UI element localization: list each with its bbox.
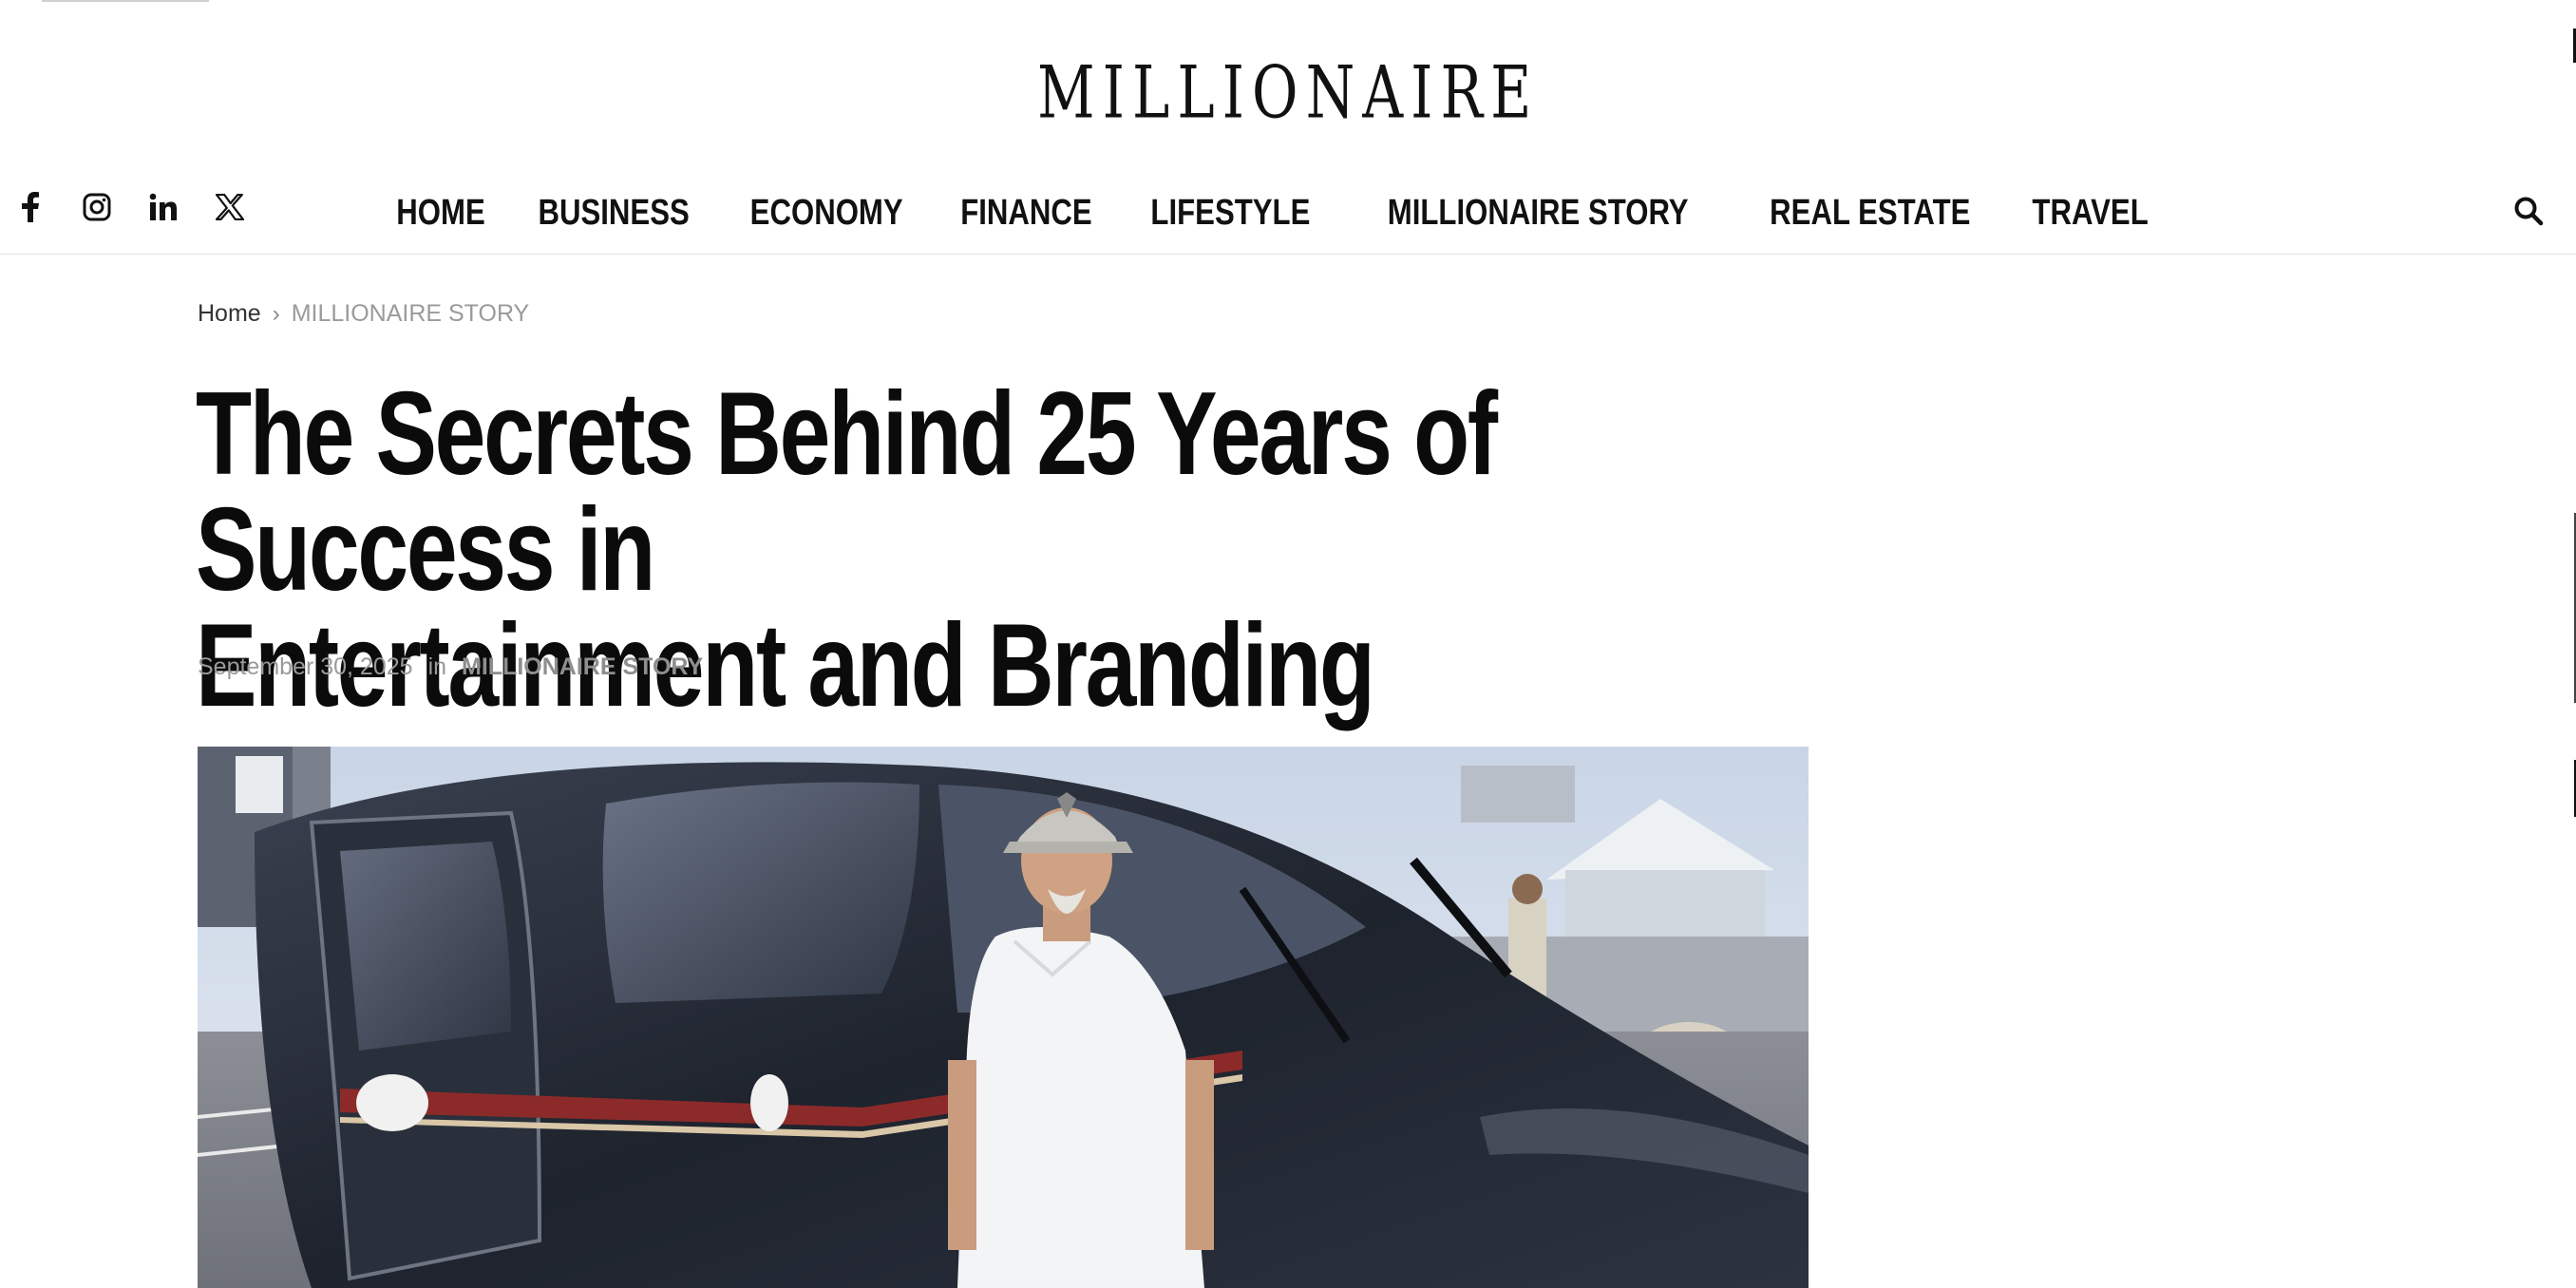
featured-image — [198, 747, 1809, 1288]
nav-item-millionaire-story[interactable]: MILLIONAIRE STORY — [1387, 193, 1688, 234]
article-title-line1: The Secrets Behind 25 Years of Success i… — [196, 369, 1498, 616]
article-category[interactable]: MILLIONAIRE STORY — [462, 653, 703, 681]
breadcrumb: Home › MILLIONAIRE STORY — [198, 300, 529, 328]
nav-item-home[interactable]: HOME — [397, 193, 485, 234]
nav-item-travel[interactable]: TRAVEL — [2032, 193, 2148, 234]
article-in-label: in — [427, 653, 447, 680]
top-scroll-indicator — [42, 0, 209, 2]
breadcrumb-home[interactable]: Home — [198, 300, 261, 328]
page: MILLIONAIRE HOME BUSINESS ECONOMY FINANC… — [0, 0, 2576, 1288]
nav-item-business[interactable]: BUSINESS — [539, 193, 690, 234]
nav-item-finance[interactable]: FINANCE — [960, 193, 1091, 234]
nav-item-real-estate[interactable]: REAL ESTATE — [1770, 193, 1970, 234]
site-logo[interactable]: MILLIONAIRE — [0, 55, 2576, 131]
breadcrumb-current[interactable]: MILLIONAIRE STORY — [292, 300, 530, 328]
nav-item-lifestyle[interactable]: LIFESTYLE — [1150, 193, 1310, 234]
article-date: September 30, 2025 — [198, 653, 413, 680]
logo-text[interactable]: MILLIONAIRE — [1037, 57, 1539, 128]
nav-item-economy[interactable]: ECONOMY — [749, 193, 902, 234]
search-button[interactable] — [2506, 188, 2551, 234]
search-icon — [2514, 197, 2544, 226]
breadcrumb-separator: › — [272, 300, 280, 327]
article-meta: September 30, 2025 in MILLIONAIRE STORY — [198, 653, 703, 681]
main-header: HOME BUSINESS ECONOMY FINANCE LIFESTYLE … — [0, 171, 2576, 255]
primary-nav: HOME BUSINESS ECONOMY FINANCE LIFESTYLE … — [0, 171, 2576, 255]
